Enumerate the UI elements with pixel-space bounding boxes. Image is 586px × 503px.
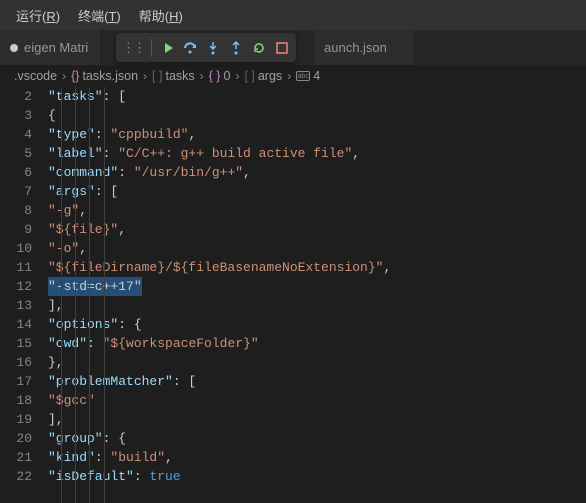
array-icon: [ ]: [152, 69, 162, 83]
code-editor[interactable]: 234 567 8910 111213 141516 171819 202122…: [0, 87, 586, 503]
breadcrumbs[interactable]: .vscode › {} tasks.json › [ ] tasks › { …: [0, 65, 586, 87]
continue-icon[interactable]: [159, 40, 175, 56]
chevron-right-icon: ›: [141, 69, 149, 83]
chevron-right-icon: ›: [60, 69, 68, 83]
menu-help[interactable]: 帮助(H): [131, 2, 191, 29]
drag-handle-icon[interactable]: ⋮⋮: [122, 40, 144, 56]
crumb-file[interactable]: tasks.json: [82, 69, 138, 83]
step-out-icon[interactable]: [228, 40, 244, 56]
step-into-icon[interactable]: [205, 40, 221, 56]
crumb-args[interactable]: args: [258, 69, 282, 83]
dirty-indicator-icon: [10, 44, 18, 52]
step-over-icon[interactable]: [182, 40, 198, 56]
crumb-index[interactable]: 0: [223, 69, 230, 83]
crumb-folder[interactable]: .vscode: [14, 69, 57, 83]
tab-row: eigen Matri ⋮⋮ aunch.json: [0, 30, 586, 65]
crumb-tasks[interactable]: tasks: [165, 69, 194, 83]
tab-label: aunch.json: [324, 40, 387, 55]
editor-tab-left[interactable]: eigen Matri: [0, 30, 100, 65]
divider: [151, 39, 152, 57]
editor-tab-right[interactable]: aunch.json: [314, 30, 414, 65]
chevron-right-icon: ›: [285, 69, 293, 83]
menu-terminal[interactable]: 终端(T): [70, 2, 129, 29]
line-gutter: 234 567 8910 111213 141516 171819 202122: [0, 87, 48, 503]
array-icon: [ ]: [244, 69, 254, 83]
string-icon: abc: [296, 71, 310, 81]
json-file-icon: {}: [71, 69, 79, 83]
code-area[interactable]: "tasks": [ { "type": "cppbuild", "label"…: [48, 87, 586, 503]
menubar: 运行(R) 终端(T) 帮助(H): [0, 0, 586, 30]
stop-icon[interactable]: [274, 40, 290, 56]
restart-icon[interactable]: [251, 40, 267, 56]
debug-toolbar: ⋮⋮: [116, 33, 296, 62]
menu-run[interactable]: 运行(R): [8, 2, 68, 29]
crumb-leaf[interactable]: 4: [313, 69, 320, 83]
chevron-right-icon: ›: [233, 69, 241, 83]
tab-label: eigen Matri: [24, 40, 88, 55]
object-icon: { }: [209, 69, 221, 83]
chevron-right-icon: ›: [198, 69, 206, 83]
